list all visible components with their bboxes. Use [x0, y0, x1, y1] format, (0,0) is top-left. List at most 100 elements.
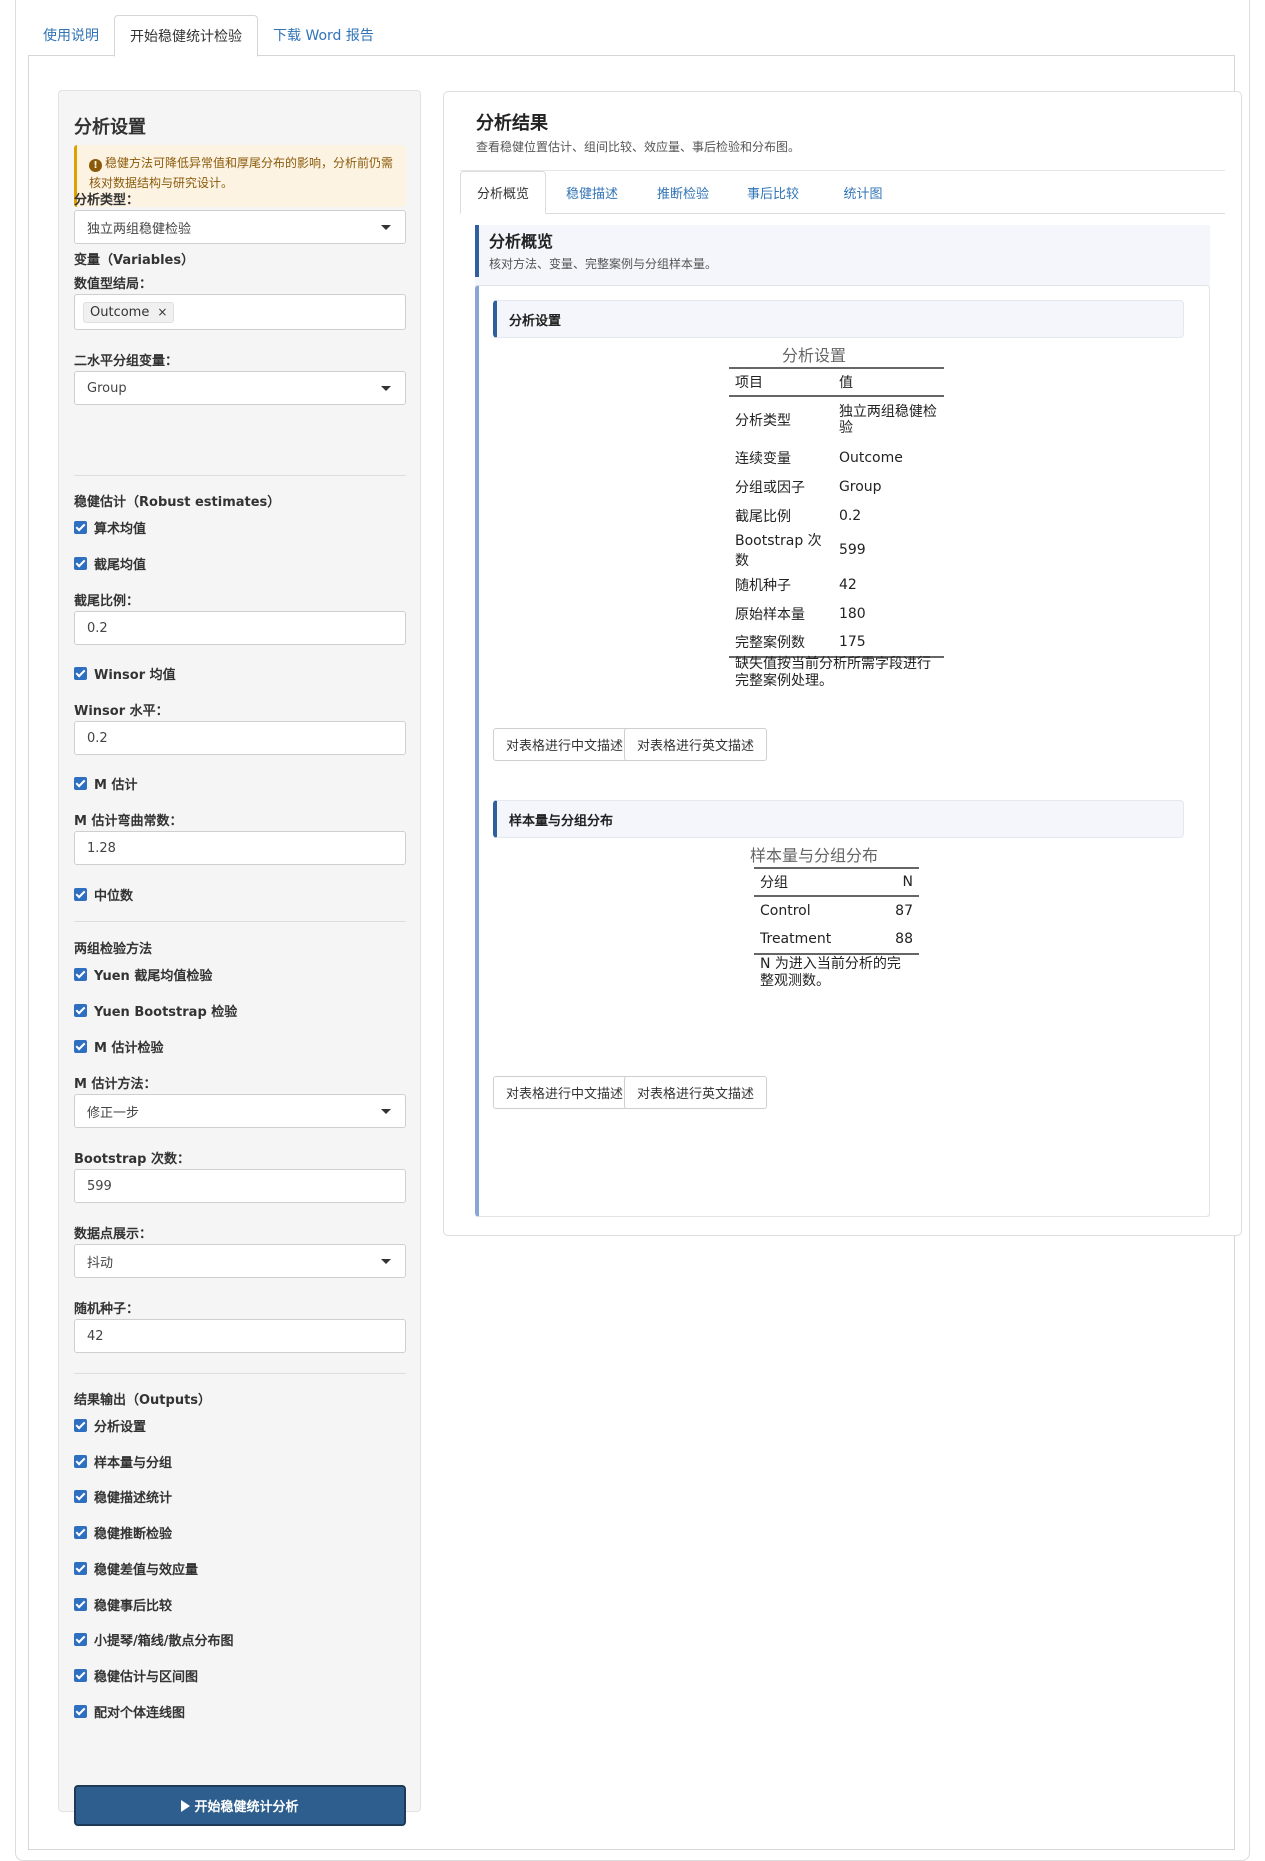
output-label: 样本量与分组 [94, 1456, 173, 1471]
warning-text: 稳健方法可降低异常值和厚尾分布的影响，分析前仍需核对数据结构与研究设计。 [89, 156, 394, 190]
bootstrap-input[interactable]: 599 [74, 1169, 406, 1203]
table-note: 缺失值按当前分析所需字段进行完整案例处理。 [735, 656, 931, 689]
winsor-level-label: Winsor 水平： [74, 704, 169, 719]
tab-download-report[interactable]: 下载 Word 报告 [258, 14, 389, 56]
m-const-label: M 估计弯曲常数： [74, 814, 183, 829]
chevron-down-icon [381, 225, 391, 230]
checkbox-icon[interactable] [74, 1562, 87, 1575]
info-icon: ! [89, 159, 102, 172]
chk-output-desc[interactable]: 稳健描述统计 [74, 1487, 172, 1506]
tab-overview[interactable]: 分析概览 [460, 171, 546, 214]
checkbox-icon[interactable] [74, 968, 87, 981]
play-icon [181, 1799, 191, 1812]
settings-sidebar: 分析设置 ! 稳健方法可降低异常值和厚尾分布的影响，分析前仍需核对数据结构与研究设… [58, 90, 421, 1826]
chk-output-inference[interactable]: 稳健推断检验 [74, 1523, 172, 1542]
overview-cards: 分析设置 分析设置 项目值 分析类型 独立两组稳健检验 连续变量 Outcome 分… [475, 285, 1210, 1217]
table-note: N 为进入当前分析的完整观测数。 [760, 956, 901, 989]
chk-yuen-label: Yuen 截尾均值检验 [94, 969, 213, 984]
checkbox-icon[interactable] [74, 1526, 87, 1539]
checkbox-icon[interactable] [74, 888, 87, 901]
divider [74, 921, 406, 922]
describe-cn-button[interactable]: 对表格进行中文描述 [493, 1076, 637, 1109]
chk-yuen-bootstrap[interactable]: Yuen Bootstrap 检验 [74, 1001, 237, 1020]
chk-yuen[interactable]: Yuen 截尾均值检验 [74, 965, 212, 984]
checkbox-icon[interactable] [74, 1490, 87, 1503]
outcome-chip-label: Outcome [90, 304, 150, 320]
output-label: 稳健事后比较 [94, 1599, 173, 1614]
chk-m-estimate[interactable]: M 估计 [74, 774, 137, 793]
m-method-value: 修正一步 [87, 1105, 140, 1121]
analysis-type-label: 分析类型： [74, 193, 140, 208]
chk-output-violin[interactable]: 小提琴/箱线/散点分布图 [74, 1630, 234, 1649]
trim-ratio-input[interactable]: 0.2 [74, 611, 406, 645]
bootstrap-label: Bootstrap 次数： [74, 1152, 190, 1167]
checkbox-icon[interactable] [74, 1705, 87, 1718]
numeric-outcome-input[interactable]: Outcome × [74, 294, 406, 330]
chk-m-estimate-label: M 估计 [94, 778, 138, 793]
outputs-section-title: 结果输出（Outputs） [74, 1393, 212, 1408]
chk-output-paired[interactable]: 配对个体连线图 [74, 1702, 185, 1721]
twogroup-section-title: 两组检验方法 [74, 942, 153, 957]
checkbox-icon[interactable] [74, 521, 87, 534]
describe-en-button[interactable]: 对表格进行英文描述 [624, 1076, 768, 1109]
checkbox-icon[interactable] [74, 1040, 87, 1053]
table-cell: Group [838, 478, 882, 495]
analysis-type-select[interactable]: 独立两组稳健检验 [74, 210, 406, 244]
table-cell: Treatment [754, 925, 876, 955]
checkbox-icon[interactable] [74, 1419, 87, 1432]
checkbox-icon[interactable] [74, 1004, 87, 1017]
table-cell: 分组或因子 [735, 479, 805, 496]
checkbox-icon[interactable] [74, 777, 87, 790]
tab-posthoc[interactable]: 事后比较 [728, 171, 818, 214]
chk-median[interactable]: 中位数 [74, 885, 133, 904]
robust-section-title: 稳健估计（Robust estimates） [74, 495, 281, 510]
winsor-level-input[interactable]: 0.2 [74, 721, 406, 755]
output-label: 分析设置 [94, 1420, 147, 1435]
chk-output-interval[interactable]: 稳健估计与区间图 [74, 1666, 198, 1685]
chk-output-effect[interactable]: 稳健差值与效应量 [74, 1559, 198, 1578]
chk-m-test[interactable]: M 估计检验 [74, 1037, 163, 1056]
describe-cn-button[interactable]: 对表格进行中文描述 [493, 728, 637, 761]
tab-robust-desc[interactable]: 稳健描述 [546, 171, 638, 214]
chk-output-settings[interactable]: 分析设置 [74, 1416, 146, 1435]
run-analysis-label: 开始稳健统计分析 [194, 1800, 299, 1815]
table-cell: 分析类型 [735, 413, 791, 429]
checkbox-icon[interactable] [74, 667, 87, 680]
col-header: N [875, 867, 919, 897]
results-title: 分析结果 [476, 113, 548, 134]
run-analysis-button-face[interactable]: 开始稳健统计分析 [74, 1785, 406, 1826]
tab-plots[interactable]: 统计图 [818, 171, 908, 214]
divider [74, 1373, 406, 1374]
chk-winsor-mean[interactable]: Winsor 均值 [74, 664, 176, 683]
chip-remove-icon[interactable]: × [157, 305, 167, 319]
chk-m-test-label: M 估计检验 [94, 1041, 164, 1056]
settings-table: 项目值 分析类型 独立两组稳健检验 连续变量 Outcome 分组或因子 Group … [729, 367, 944, 658]
chk-arith-mean[interactable]: 算术均值 [74, 518, 146, 537]
chk-trimmed-mean[interactable]: 截尾均值 [74, 554, 146, 573]
tab-inference[interactable]: 推断检验 [638, 171, 728, 214]
chk-output-sample[interactable]: 样本量与分组 [74, 1452, 172, 1471]
checkbox-icon[interactable] [74, 557, 87, 570]
run-analysis-button[interactable]: 开始稳健统计分析 [74, 1785, 406, 1826]
m-method-label: M 估计方法： [74, 1077, 157, 1092]
top-tabs: 使用说明 开始稳健统计检验 下载 Word 报告 [28, 14, 389, 57]
describe-en-button[interactable]: 对表格进行英文描述 [624, 728, 768, 761]
results-panel: 分析结果 查看稳健位置估计、组间比较、效应量、事后检验和分布图。 分析概览 稳健… [443, 91, 1242, 1236]
chevron-down-icon [381, 1259, 391, 1264]
overview-subtitle: 核对方法、变量、完整案例与分组样本量。 [489, 257, 718, 271]
checkbox-icon[interactable] [74, 1669, 87, 1682]
table-title: 样本量与分组分布 [749, 846, 878, 865]
chk-output-posthoc[interactable]: 稳健事后比较 [74, 1595, 172, 1614]
tab-instructions[interactable]: 使用说明 [28, 14, 114, 56]
chevron-down-icon [381, 386, 391, 391]
checkbox-icon[interactable] [74, 1455, 87, 1468]
tab-start-analysis[interactable]: 开始稳健统计检验 [114, 15, 258, 57]
m-const-input[interactable]: 1.28 [74, 831, 406, 865]
m-method-select[interactable]: 修正一步 [74, 1094, 406, 1128]
checkbox-icon[interactable] [74, 1633, 87, 1646]
group-var-select[interactable]: Group [74, 371, 406, 405]
checkbox-icon[interactable] [74, 1598, 87, 1611]
points-display-select[interactable]: 抖动 [74, 1244, 406, 1278]
overview-title: 分析概览 [489, 232, 554, 251]
seed-input[interactable]: 42 [74, 1319, 406, 1353]
